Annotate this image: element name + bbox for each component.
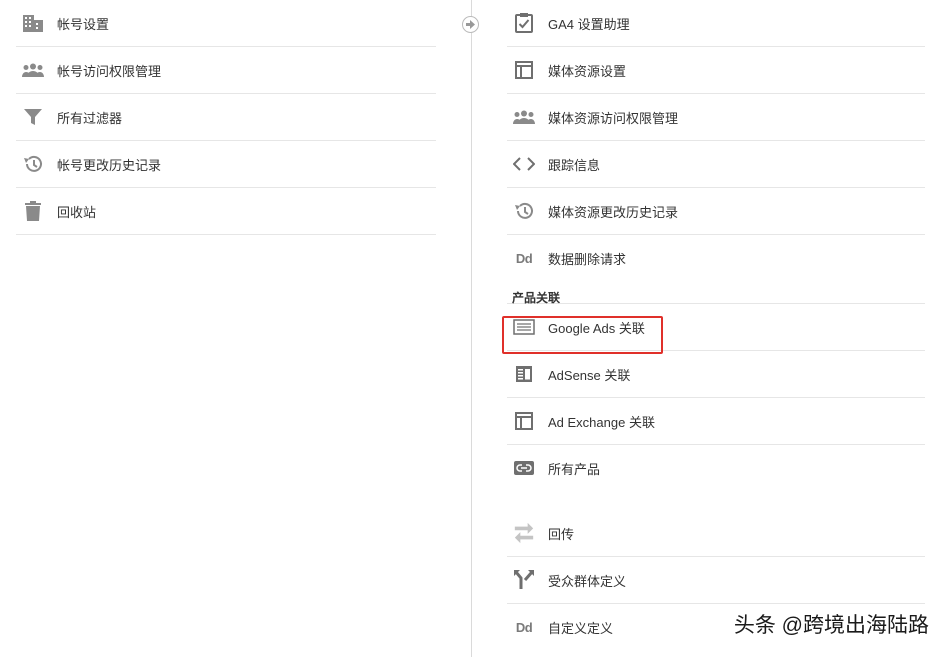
account-change-history-label: 帐号更改历史记录 <box>57 157 162 173</box>
account-settings-item[interactable]: 帐号设置 <box>16 0 436 47</box>
ad-exchange-links-item[interactable]: Ad Exchange 关联 <box>507 398 925 445</box>
dd-icon: Dd <box>515 250 533 266</box>
building-icon <box>22 12 44 34</box>
account-access-management-label: 帐号访问权限管理 <box>57 63 162 79</box>
ad-exchange-icon <box>513 410 535 432</box>
tracking-info-item[interactable]: 跟踪信息 <box>507 141 925 188</box>
people-icon <box>22 59 44 81</box>
arrow-right-icon <box>466 17 475 32</box>
all-filters-label: 所有过滤器 <box>57 110 123 126</box>
link-icon <box>513 457 535 479</box>
history-icon <box>22 153 44 175</box>
google-ads-highlight-box <box>502 316 663 354</box>
audience-definitions-item[interactable]: 受众群体定义 <box>507 557 925 604</box>
ga4-setup-assistant-label: GA4 设置助理 <box>548 16 630 32</box>
property-settings-item[interactable]: 媒体资源设置 <box>507 47 925 94</box>
property-access-management-label: 媒体资源访问权限管理 <box>548 110 679 126</box>
adsense-links-label: AdSense 关联 <box>548 367 631 383</box>
postbacks-label: 回传 <box>548 526 575 542</box>
property-access-management-item[interactable]: 媒体资源访问权限管理 <box>507 94 925 141</box>
trash-can-item[interactable]: 回收站 <box>16 188 436 235</box>
watermark-text: 头条 @跨境出海陆路 <box>733 614 929 637</box>
code-icon <box>513 153 535 175</box>
ad-exchange-links-label: Ad Exchange 关联 <box>548 414 655 430</box>
account-settings-label: 帐号设置 <box>57 16 110 32</box>
data-deletion-requests-item[interactable]: Dd 数据删除请求 <box>507 235 925 281</box>
ga4-setup-assistant-item[interactable]: GA4 设置助理 <box>507 0 925 47</box>
property-window-icon <box>513 59 535 81</box>
adsense-icon <box>513 363 535 385</box>
account-change-history-item[interactable]: 帐号更改历史记录 <box>16 141 436 188</box>
history-icon <box>513 200 535 222</box>
postbacks-item[interactable]: 回传 <box>507 510 925 557</box>
data-deletion-requests-label: 数据删除请求 <box>548 251 627 267</box>
audience-definitions-label: 受众群体定义 <box>548 573 627 589</box>
property-change-history-label: 媒体资源更改历史记录 <box>548 204 679 220</box>
move-property-button[interactable] <box>462 16 479 33</box>
audience-fork-icon <box>513 569 535 591</box>
postback-icon <box>513 522 535 544</box>
account-access-management-item[interactable]: 帐号访问权限管理 <box>16 47 436 94</box>
adsense-links-item[interactable]: AdSense 关联 <box>507 351 925 398</box>
column-divider <box>471 0 472 657</box>
all-products-label: 所有产品 <box>548 461 601 477</box>
people-icon <box>513 106 535 128</box>
property-settings-label: 媒体资源设置 <box>548 63 627 79</box>
all-products-item[interactable]: 所有产品 <box>507 445 925 491</box>
property-change-history-item[interactable]: 媒体资源更改历史记录 <box>507 188 925 235</box>
trash-can-label: 回收站 <box>57 204 97 220</box>
all-filters-item[interactable]: 所有过滤器 <box>16 94 436 141</box>
product-links-section-title: 产品关联 <box>507 281 925 305</box>
dd-icon: Dd <box>515 619 533 635</box>
custom-definitions-label: 自定义定义 <box>548 620 614 636</box>
trash-icon <box>22 200 44 222</box>
account-column: 帐号设置 帐号访问权限管理 所有过滤器 帐号更改历史记录 回收站 <box>16 0 436 235</box>
filter-icon <box>22 106 44 128</box>
tracking-info-label: 跟踪信息 <box>548 157 601 173</box>
clipboard-check-icon <box>513 12 535 34</box>
